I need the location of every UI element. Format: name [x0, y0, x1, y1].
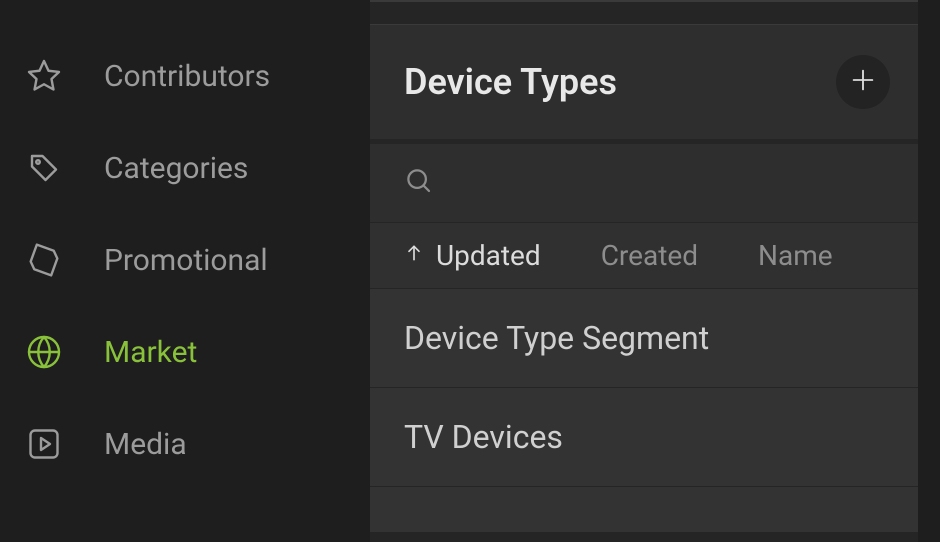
column-headers: Updated Created Name	[370, 222, 918, 288]
sidebar-item-categories[interactable]: Categories	[0, 122, 370, 214]
column-created[interactable]: Created	[601, 239, 698, 272]
sidebar-item-label: Contributors	[104, 59, 270, 94]
row-name: Apple Devices	[404, 517, 605, 532]
list-item[interactable]: Apple Devices	[370, 486, 918, 532]
play-icon	[24, 426, 64, 462]
star-icon	[24, 58, 64, 94]
column-label: Created	[601, 239, 698, 272]
globe-icon	[24, 334, 64, 370]
panel-header: Device Types	[370, 24, 918, 139]
sidebar-item-market[interactable]: Market	[0, 306, 370, 398]
plus-icon	[849, 66, 877, 98]
sidebar-item-contributors[interactable]: Contributors	[0, 30, 370, 122]
add-button[interactable]	[836, 55, 890, 109]
sidebar: Contributors Categories Promotional Mark…	[0, 0, 370, 542]
column-updated[interactable]: Updated	[404, 239, 541, 272]
column-label: Updated	[436, 239, 541, 272]
sort-asc-icon	[404, 239, 424, 272]
main-panel: Device Types Updated Created Name	[370, 0, 940, 542]
list-item[interactable]: Device Type Segment	[370, 288, 918, 387]
ticket-icon	[24, 242, 64, 278]
sidebar-item-label: Categories	[104, 151, 248, 186]
sidebar-item-label: Media	[104, 427, 187, 462]
row-name: TV Devices	[404, 418, 563, 456]
panel-top-divider	[370, 0, 940, 24]
row-name: Device Type Segment	[404, 319, 709, 357]
list-item[interactable]: TV Devices	[370, 387, 918, 486]
panel-title: Device Types	[404, 61, 617, 103]
search-input[interactable]	[452, 168, 836, 199]
column-name[interactable]: Name	[758, 239, 833, 272]
row-list: Device Type Segment TV Devices Apple Dev…	[370, 288, 918, 532]
search-icon	[404, 166, 434, 200]
sidebar-item-media[interactable]: Media	[0, 398, 370, 490]
tag-icon	[24, 150, 64, 186]
sidebar-item-promotional[interactable]: Promotional	[0, 214, 370, 306]
sidebar-item-label: Promotional	[104, 243, 268, 278]
search-row	[370, 143, 918, 222]
sidebar-item-label: Market	[104, 335, 197, 370]
column-label: Name	[758, 239, 833, 272]
